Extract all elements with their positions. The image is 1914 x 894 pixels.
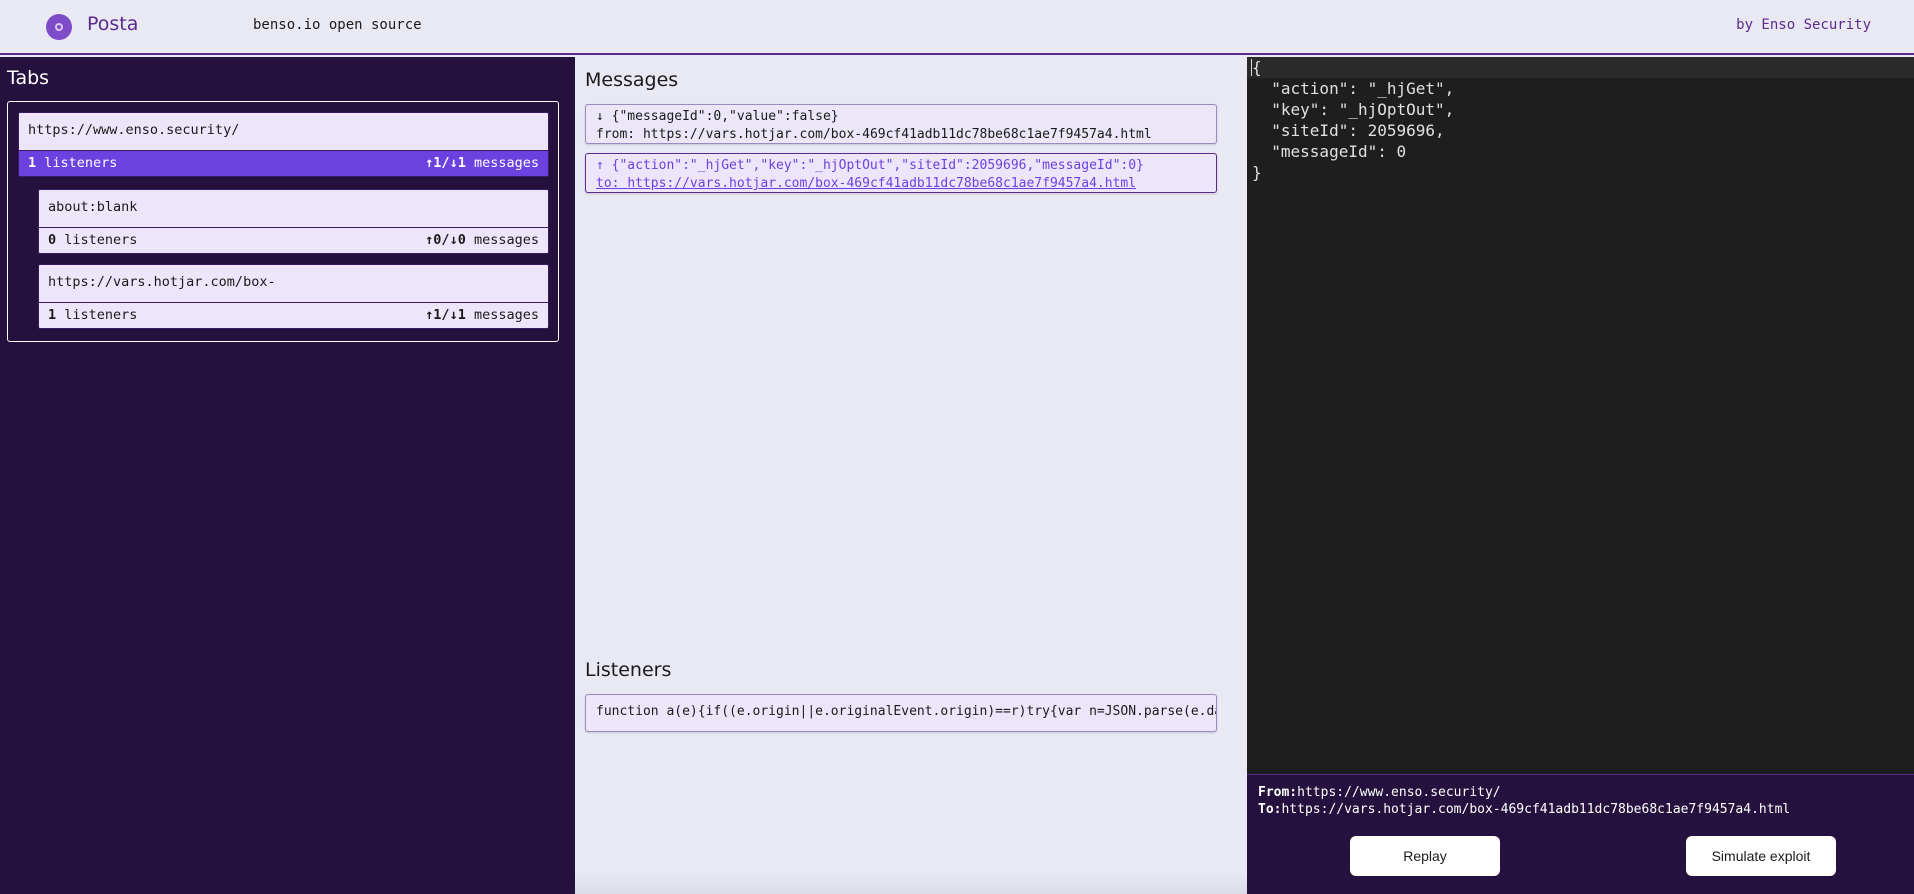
message-peer-label: to: [596, 176, 620, 191]
listeners-count: 1 [48, 307, 57, 323]
open-source-link[interactable]: benso.io open source [253, 17, 422, 33]
message-peer: https://vars.hotjar.com/box-469cf41adb11… [627, 176, 1137, 191]
json-editor[interactable]: { "action": "_hjGet", "key": "_hjOptOut"… [1247, 57, 1914, 774]
tab-meta: 1 listeners ↑1/↓1 messages [39, 302, 548, 328]
to-label: To: [1258, 802, 1282, 817]
posta-logo-icon [46, 14, 72, 40]
code-line: "siteId": 2059696, [1252, 121, 1445, 140]
tab-url: https://www.enso.security/ [28, 122, 240, 138]
listeners-title: Listeners [585, 659, 672, 681]
listeners-label: listeners [64, 307, 138, 323]
simulate-exploit-button[interactable]: Simulate exploit [1686, 836, 1836, 876]
code-line: { [1247, 57, 1914, 78]
message-body: {"messageId":0,"value":false} [611, 109, 839, 124]
code-line: "messageId": 0 [1252, 142, 1407, 161]
listener-item[interactable]: function a(e){if((e.origin||e.originalEv… [585, 694, 1217, 732]
listeners-label: listeners [64, 232, 138, 248]
replay-button[interactable]: Replay [1350, 836, 1500, 876]
listeners-label: listeners [44, 155, 118, 171]
message-peer-label: from: [596, 127, 636, 142]
code-line: } [1252, 163, 1262, 182]
message-item[interactable]: ↑ {"action":"_hjGet","key":"_hjOptOut","… [585, 153, 1217, 193]
tab-meta: 0 listeners ↑0/↓0 messages [39, 227, 548, 253]
tabs-title: Tabs [7, 67, 50, 89]
code-line: "key": "_hjOptOut", [1252, 100, 1455, 119]
messages-label: messages [473, 307, 539, 323]
message-body: {"action":"_hjGet","key":"_hjOptOut","si… [611, 158, 1144, 173]
message-detail-panel: { "action": "_hjGet", "key": "_hjOptOut"… [1247, 57, 1914, 894]
from-url: https://www.enso.security/ [1297, 785, 1501, 800]
sent-count: 0 [433, 232, 442, 248]
tab-meta: 1 listeners ↑1/↓1 messages [19, 150, 548, 176]
listeners-count: 0 [48, 232, 57, 248]
to-url: https://vars.hotjar.com/box-469cf41adb11… [1281, 802, 1791, 817]
credit-link[interactable]: by Enso Security [1736, 17, 1871, 33]
messages-label: messages [473, 232, 539, 248]
outgoing-arrow-icon: ↑ [596, 158, 604, 173]
code-line: "action": "_hjGet", [1252, 79, 1455, 98]
sent-count: 1 [433, 307, 442, 323]
messages-title: Messages [585, 69, 679, 91]
listeners-count: 1 [28, 155, 37, 171]
message-details: From:https://www.enso.security/ To:https… [1247, 774, 1914, 894]
message-item[interactable]: ↓ {"messageId":0,"value":false} from: ht… [585, 104, 1217, 144]
received-count: 0 [457, 232, 466, 248]
tab-item[interactable]: https://vars.hotjar.com/box- 1 listeners… [38, 264, 549, 329]
incoming-arrow-icon: ↓ [596, 109, 604, 124]
tab-item[interactable]: about:blank 0 listeners ↑0/↓0 messages [38, 189, 549, 254]
app-name: Posta [87, 13, 139, 35]
messages-panel: Messages ↓ {"messageId":0,"value":false}… [575, 57, 1247, 894]
tab-url: https://vars.hotjar.com/box- [48, 274, 276, 290]
app-header: Posta benso.io open source by Enso Secur… [0, 0, 1914, 55]
text-cursor [1251, 59, 1252, 76]
message-peer: https://vars.hotjar.com/box-469cf41adb11… [642, 127, 1152, 142]
tab-url: about:blank [48, 199, 138, 215]
from-label: From: [1258, 785, 1298, 800]
tabs-panel: Tabs https://www.enso.security/ 1 listen… [0, 57, 575, 894]
sent-count: 1 [433, 155, 442, 171]
received-count: 1 [457, 155, 466, 171]
tabs-list: https://www.enso.security/ 1 listeners ↑… [7, 101, 559, 342]
received-count: 1 [457, 307, 466, 323]
messages-label: messages [473, 155, 539, 171]
tab-item[interactable]: https://www.enso.security/ 1 listeners ↑… [18, 112, 549, 177]
